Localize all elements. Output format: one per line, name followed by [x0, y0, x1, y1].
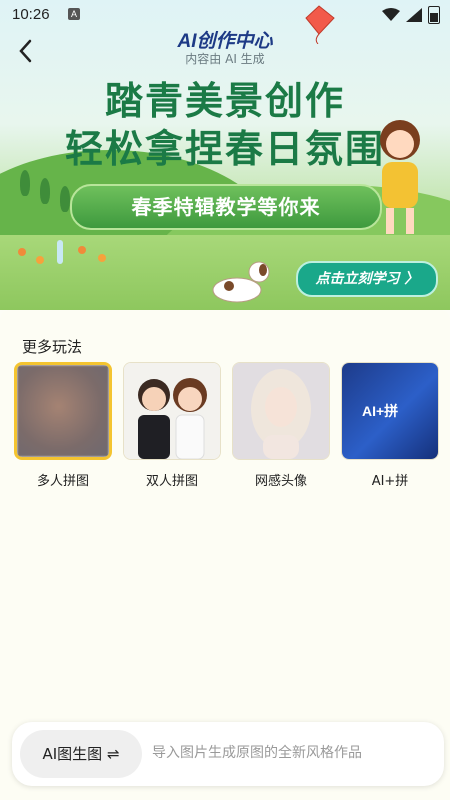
- feature-thumbnail: AI+拼: [341, 362, 439, 460]
- notification-icon: A: [68, 8, 80, 20]
- flowers-illustration: [18, 240, 106, 264]
- tree: [40, 178, 50, 204]
- girl-illustration: [380, 120, 420, 234]
- feature-label: 双人拼图: [145, 474, 198, 489]
- feature-label: AI+拼: [371, 474, 409, 489]
- section-title: 更多玩法: [22, 338, 83, 356]
- feature-card-trendy-avatar[interactable]: 网感头像: [232, 362, 330, 489]
- mode-switch-button[interactable]: AI图生图 ⇌: [20, 730, 142, 778]
- tree: [20, 170, 30, 196]
- puzzle-thumb-text: AI+拼: [362, 403, 399, 419]
- status-time: 10:26: [12, 6, 50, 23]
- more-features-section: 更多玩法 多人拼图 双人拼图 网感头像 AI+拼 AI+拼: [0, 310, 450, 720]
- feature-list: 多人拼图 双人拼图 网感头像 AI+拼 AI+拼: [14, 362, 450, 492]
- tree: [60, 186, 70, 212]
- ai-generated-note: 内容由 AI 生成: [185, 52, 265, 66]
- feature-thumbnail: [232, 362, 330, 460]
- feature-label: 多人拼图: [36, 474, 89, 489]
- feature-label: 网感头像: [254, 474, 307, 489]
- feature-thumbnail: [14, 362, 112, 460]
- prompt-input-box[interactable]: AI图生图 ⇌ 导入图片生成原图的全新风格作品: [12, 722, 444, 786]
- feature-card-ai-puzzle[interactable]: AI+拼 AI+拼: [341, 362, 439, 489]
- dog-illustration: [212, 261, 270, 303]
- battery-icon: [428, 6, 440, 24]
- feature-card-group-collage[interactable]: 多人拼图: [14, 362, 112, 489]
- feature-card-couple-collage[interactable]: 双人拼图: [123, 362, 221, 489]
- learn-now-button[interactable]: 点击立刻学习 〉: [296, 261, 438, 297]
- signal-icon: [406, 8, 422, 22]
- bottom-bar: AI图生图 ⇌ 导入图片生成原图的全新风格作品: [0, 720, 450, 800]
- wifi-icon: [382, 8, 400, 21]
- prompt-placeholder[interactable]: 导入图片生成原图的全新风格作品: [152, 742, 434, 762]
- page-title: AI创作中心: [177, 31, 273, 52]
- banner-subheading-pill: 春季特辑教学等你来: [70, 184, 382, 230]
- portrait-illustration: [233, 363, 329, 459]
- spring-banner[interactable]: 10:26 A AI创作中心 内容由 AI 生成 踏青美景创作 轻松拿捏春日氛围…: [0, 0, 450, 310]
- couple-illustration: [124, 363, 220, 459]
- feature-thumbnail: [123, 362, 221, 460]
